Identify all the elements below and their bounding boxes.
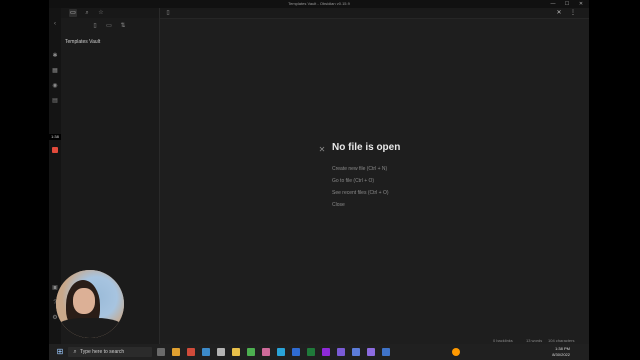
ribbon-clock: 1:38 bbox=[49, 134, 61, 140]
task-app-10[interactable] bbox=[292, 348, 300, 356]
close-link[interactable]: Close bbox=[332, 202, 345, 208]
app-window: Templates Vault - Obsidian v0.15.9 — ☐ ✕… bbox=[49, 0, 589, 344]
search-icon: ⌕ bbox=[73, 349, 77, 355]
new-note-icon[interactable]: ▯ bbox=[91, 22, 99, 30]
graph-icon[interactable]: ✱ bbox=[51, 52, 59, 60]
pane-header: ▯ ✕ ⋮ bbox=[160, 8, 589, 19]
recent-files-link[interactable]: See recent files (Ctrl + O) bbox=[332, 190, 389, 196]
task-app-11[interactable] bbox=[307, 348, 315, 356]
taskbar-search[interactable]: ⌕ Type here to search bbox=[68, 347, 152, 357]
record-indicator bbox=[52, 147, 58, 153]
sort-icon[interactable]: ⇅ bbox=[119, 22, 127, 30]
task-app-5[interactable] bbox=[217, 348, 225, 356]
maximize-button[interactable]: ☐ bbox=[560, 0, 574, 8]
taskbar: ⊞ ⌕ Type here to search 1:38 PM 8/30/202… bbox=[49, 344, 589, 360]
sidebar-tabs: ▭ ⌕ ☆ bbox=[61, 8, 159, 18]
file-icon: ▯ bbox=[166, 10, 170, 16]
task-app-8[interactable] bbox=[262, 348, 270, 356]
task-app-9[interactable] bbox=[277, 348, 285, 356]
star-icon[interactable]: ☆ bbox=[97, 9, 105, 17]
task-app-7[interactable] bbox=[247, 348, 255, 356]
close-window-button[interactable]: ✕ bbox=[574, 0, 588, 8]
taskbar-search-placeholder: Type here to search bbox=[80, 349, 125, 355]
task-app-4[interactable] bbox=[202, 348, 210, 356]
more-options-icon[interactable]: ⋮ bbox=[569, 9, 577, 17]
tray-clock: 1:38 PM 8/30/2022 bbox=[542, 346, 570, 358]
windows-start-icon[interactable]: ⊞ bbox=[56, 348, 64, 356]
task-app-16[interactable] bbox=[382, 348, 390, 356]
folder-icon[interactable]: ▭ bbox=[69, 9, 77, 17]
task-app-12[interactable] bbox=[322, 348, 330, 356]
camera-icon[interactable]: ◉ bbox=[51, 82, 59, 90]
vault-name[interactable]: Templates Vault bbox=[65, 39, 100, 45]
task-app-13[interactable] bbox=[337, 348, 345, 356]
search-icon[interactable]: ⌕ bbox=[83, 9, 91, 17]
empty-state-title: No file is open bbox=[332, 142, 401, 153]
chevron-left-icon[interactable]: ‹ bbox=[51, 20, 59, 28]
task-app-14[interactable] bbox=[352, 348, 360, 356]
webcam-overlay bbox=[56, 270, 124, 338]
taskbar-date: 8/30/2022 bbox=[552, 352, 570, 357]
task-app-2[interactable] bbox=[172, 348, 180, 356]
window-title: Templates Vault - Obsidian v0.15.9 bbox=[288, 1, 350, 6]
task-app-3[interactable] bbox=[187, 348, 195, 356]
title-bar: Templates Vault - Obsidian v0.15.9 — ☐ ✕ bbox=[49, 0, 589, 8]
main-pane: ▯ ✕ ⋮ ✕ No file is open Create new file … bbox=[160, 8, 589, 344]
new-folder-icon[interactable]: ▭ bbox=[105, 22, 113, 30]
task-app-15[interactable] bbox=[367, 348, 375, 356]
template-icon[interactable]: ▤ bbox=[51, 97, 59, 105]
calendar-icon[interactable]: ▦ bbox=[51, 67, 59, 75]
close-pane-icon[interactable]: ✕ bbox=[317, 145, 327, 155]
task-app-1[interactable] bbox=[157, 348, 165, 356]
minimize-button[interactable]: — bbox=[546, 0, 560, 8]
tray-app-icon[interactable] bbox=[452, 348, 460, 356]
create-new-file-link[interactable]: Create new file (Ctrl + N) bbox=[332, 166, 387, 172]
go-to-file-link[interactable]: Go to file (Ctrl + O) bbox=[332, 178, 374, 184]
close-icon[interactable]: ✕ bbox=[555, 9, 563, 17]
task-app-6[interactable] bbox=[232, 348, 240, 356]
